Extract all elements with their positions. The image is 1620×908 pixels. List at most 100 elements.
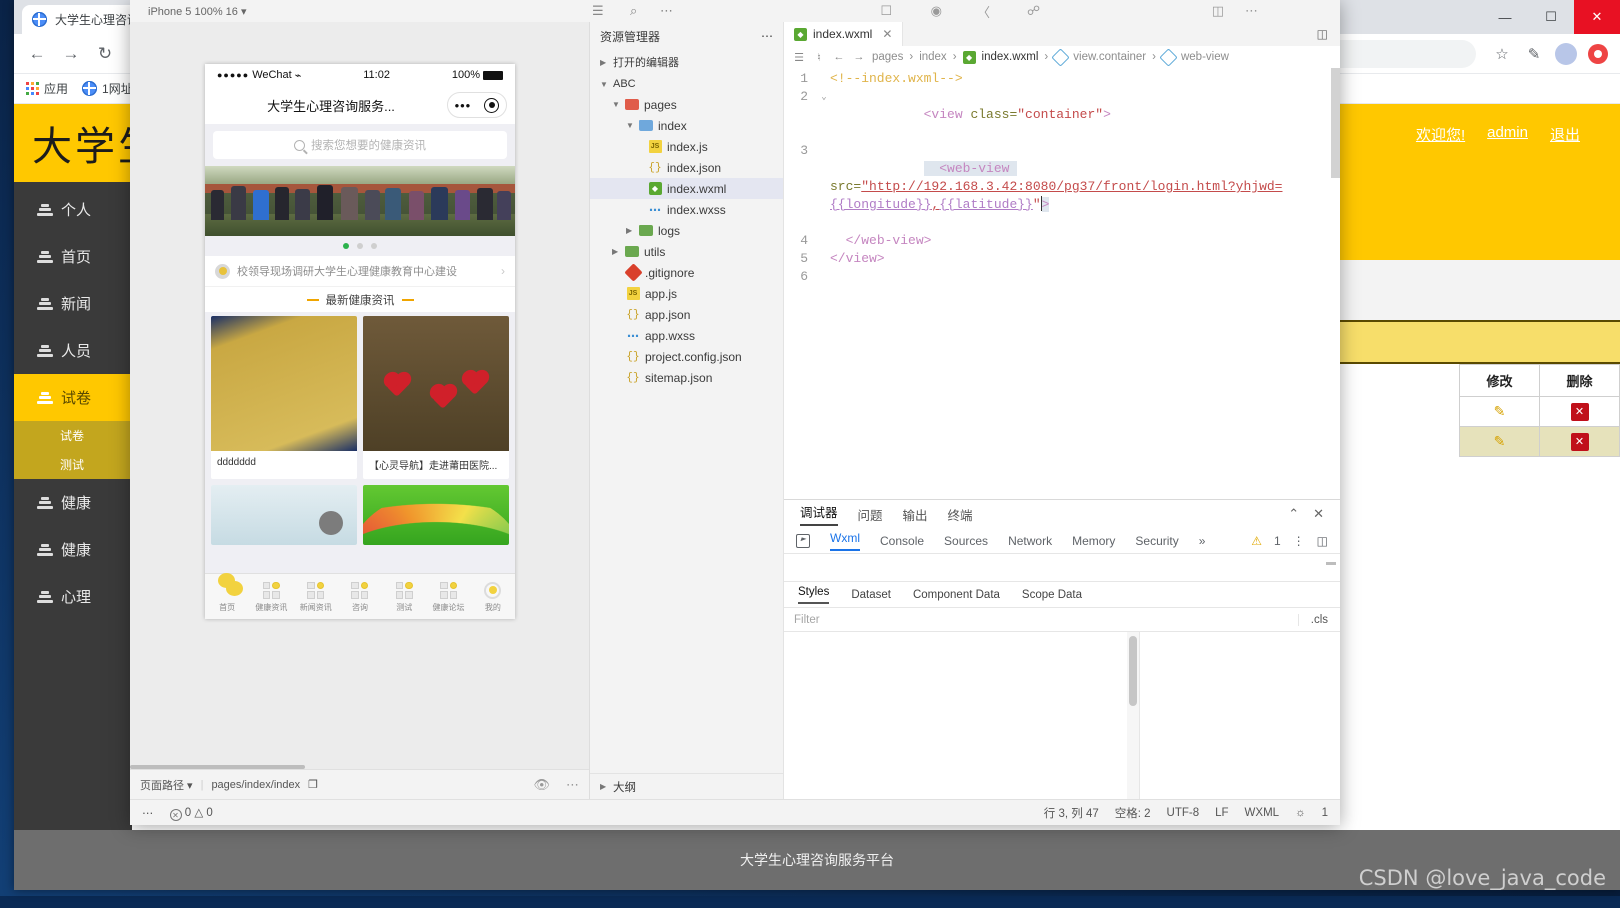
tab-test[interactable]: 测试 xyxy=(382,574,426,619)
code-text[interactable]: "http://192.168.3.42:8080/pg37/front/log… xyxy=(861,179,1282,194)
carousel-dot[interactable] xyxy=(343,243,349,249)
code-editor[interactable]: 1 <!--index.wxml--> 2 ⌄ <view class="con… xyxy=(784,68,1340,499)
carousel-dot[interactable] xyxy=(371,243,377,249)
capsule-close-icon[interactable] xyxy=(484,97,500,113)
maximize-button[interactable]: ☐ xyxy=(1528,0,1574,34)
editor-tab-index-wxml[interactable]: ◆ index.wxml ✕ xyxy=(784,22,904,46)
pencil-icon[interactable]: ✎ xyxy=(1494,403,1506,419)
devtools-tab-sources[interactable]: Sources xyxy=(944,534,988,548)
cls-button[interactable]: .cls xyxy=(1297,613,1340,626)
fold-arrow[interactable]: ⌄ xyxy=(818,88,830,106)
chevron-down-icon[interactable]: ▼ xyxy=(612,100,620,109)
tree-file-sitemap[interactable]: {} sitemap.json xyxy=(590,367,783,388)
chevron-right-icon[interactable]: › xyxy=(501,264,505,278)
sidebar-subitem-test[interactable]: 测试 xyxy=(14,450,132,479)
edit-cell[interactable]: ✎ xyxy=(1459,396,1540,427)
windows-taskbar[interactable] xyxy=(0,896,1620,908)
sidebar-item-news[interactable]: 新闻 xyxy=(14,280,132,327)
close-button[interactable]: ✕ xyxy=(1574,0,1620,34)
tab-mine[interactable]: 我的 xyxy=(471,574,515,619)
carousel-banner-image[interactable] xyxy=(205,166,515,236)
copy-icon[interactable]: ❐ xyxy=(308,778,318,791)
outline-section[interactable]: ▶ 大纲 xyxy=(590,773,783,799)
split-editor-icon[interactable]: ◫ xyxy=(1305,27,1340,41)
sidebar-item-psych[interactable]: 心理 xyxy=(14,573,132,620)
tree-file-index-js[interactable]: JS index.js xyxy=(590,136,783,157)
styles-rules-list[interactable] xyxy=(784,632,1140,799)
panel-tab-debugger[interactable]: 调试器 xyxy=(800,502,838,526)
extension-icon[interactable]: ✎ xyxy=(1520,40,1548,68)
forward-icon[interactable]: → xyxy=(56,39,86,69)
outline-toggle-icon[interactable]: ☰ xyxy=(792,50,806,64)
breadcrumb-pages[interactable]: pages xyxy=(872,51,903,63)
delete-icon[interactable]: ✕ xyxy=(1570,432,1589,451)
breadcrumb-webview[interactable]: web-view xyxy=(1181,51,1229,63)
nav-forward-icon[interactable]: → xyxy=(852,50,866,64)
nav-back-icon[interactable]: ← xyxy=(832,50,846,64)
search-input[interactable]: 搜索您想要的健康资讯 xyxy=(213,131,507,159)
capsule-more-icon[interactable]: ••• xyxy=(455,98,472,113)
editor-scrollbar[interactable] xyxy=(1331,68,1340,178)
warning-icon[interactable]: ⚠ xyxy=(1251,534,1262,548)
panel-tab-output[interactable]: 输出 xyxy=(903,505,928,524)
breadcrumb-file[interactable]: index.wxml xyxy=(982,51,1039,63)
code-line[interactable]: 1 <!--index.wxml--> xyxy=(784,70,1340,88)
delete-cell[interactable]: ✕ xyxy=(1539,396,1620,427)
block-icon[interactable] xyxy=(1584,40,1612,68)
sidebar-item-exam[interactable]: 试卷 xyxy=(14,374,132,421)
breadcrumb-view[interactable]: view.container xyxy=(1073,51,1146,63)
computed-pane[interactable] xyxy=(1140,632,1340,799)
sidebar-subitem-exam[interactable]: 试卷 xyxy=(14,421,132,450)
open-editors-section[interactable]: ▶ 打开的编辑器 xyxy=(590,50,783,74)
edit-cell[interactable]: ✎ xyxy=(1459,426,1540,457)
panel-tab-terminal[interactable]: 终端 xyxy=(948,505,973,524)
notice-bar[interactable]: 校领导现场调研大学生心理健康教育中心建设 › xyxy=(205,256,515,286)
share-icon[interactable]: ☍ xyxy=(1027,3,1040,19)
code-line[interactable]: 2 ⌄ <view class="container"> xyxy=(784,88,1340,142)
pencil-icon[interactable]: ✎ xyxy=(1494,433,1506,449)
subtab-component-data[interactable]: Component Data xyxy=(913,589,1000,601)
tree-file-app-wxss[interactable]: ⋯ app.wxss xyxy=(590,325,783,346)
back-icon[interactable]: ← xyxy=(22,39,52,69)
more-icon[interactable]: ⋯ xyxy=(660,3,673,19)
panel-tab-problems[interactable]: 问题 xyxy=(858,505,883,524)
news-card[interactable]: 【心灵导航】走进莆田医院... xyxy=(363,316,509,479)
eol-setting[interactable]: LF xyxy=(1215,807,1228,819)
filter-input[interactable]: Filter xyxy=(784,614,1298,626)
tab-news[interactable]: 新闻资讯 xyxy=(294,574,338,619)
split-editor-icon[interactable]: ◫ xyxy=(1212,3,1224,19)
close-icon[interactable]: ✕ xyxy=(1313,506,1324,522)
star-icon[interactable]: ☆ xyxy=(1488,40,1516,68)
code-line[interactable]: 4 </web-view> xyxy=(784,232,1340,250)
tree-folder-logs[interactable]: ▶ logs xyxy=(590,220,783,241)
news-card[interactable] xyxy=(211,485,357,545)
more-icon[interactable]: ⋯ xyxy=(566,777,579,793)
news-card[interactable]: ddddddd xyxy=(211,316,357,479)
device-selector[interactable]: iPhone 5 100% 16 ▾ xyxy=(148,5,247,18)
subtab-scope-data[interactable]: Scope Data xyxy=(1022,589,1082,601)
tree-file-app-js[interactable]: JS app.js xyxy=(590,283,783,304)
logout-link[interactable]: 退出 xyxy=(1550,124,1580,145)
devtools-tab-security[interactable]: Security xyxy=(1135,534,1178,548)
devtools-tab-wxml[interactable]: Wxml xyxy=(830,531,860,551)
project-root[interactable]: ▼ ABC xyxy=(590,74,783,94)
record-icon[interactable]: ◉ xyxy=(931,3,942,19)
explorer-more-icon[interactable]: ⋯ xyxy=(761,29,773,43)
code-line[interactable]: 3 <web-view src="http://192.168.3.42:808… xyxy=(784,142,1340,232)
bookmark-icon[interactable]: ♮ xyxy=(812,50,826,64)
tree-file-gitignore[interactable]: .gitignore xyxy=(590,262,783,283)
sound-icon[interactable]: 〈 xyxy=(977,2,990,21)
tree-file-app-json[interactable]: {} app.json xyxy=(590,304,783,325)
status-more-icon[interactable]: ⋯ xyxy=(142,806,154,820)
eye-icon[interactable]: 👁 xyxy=(533,777,550,793)
tab-forum[interactable]: 健康论坛 xyxy=(426,574,470,619)
carousel-indicators[interactable] xyxy=(205,236,515,256)
encoding-setting[interactable]: UTF-8 xyxy=(1167,807,1200,819)
styles-scrollbar-track[interactable] xyxy=(1127,632,1139,799)
code-line[interactable]: 5 </view> xyxy=(784,250,1340,268)
tab-consult[interactable]: 咨询 xyxy=(338,574,382,619)
collapse-icon[interactable]: ⌃ xyxy=(1288,506,1299,522)
error-count-group[interactable]: ✕ 0 △ 0 xyxy=(169,805,213,821)
close-icon[interactable]: ✕ xyxy=(882,27,892,41)
bookmark-site[interactable]: 1网址 xyxy=(82,80,133,97)
